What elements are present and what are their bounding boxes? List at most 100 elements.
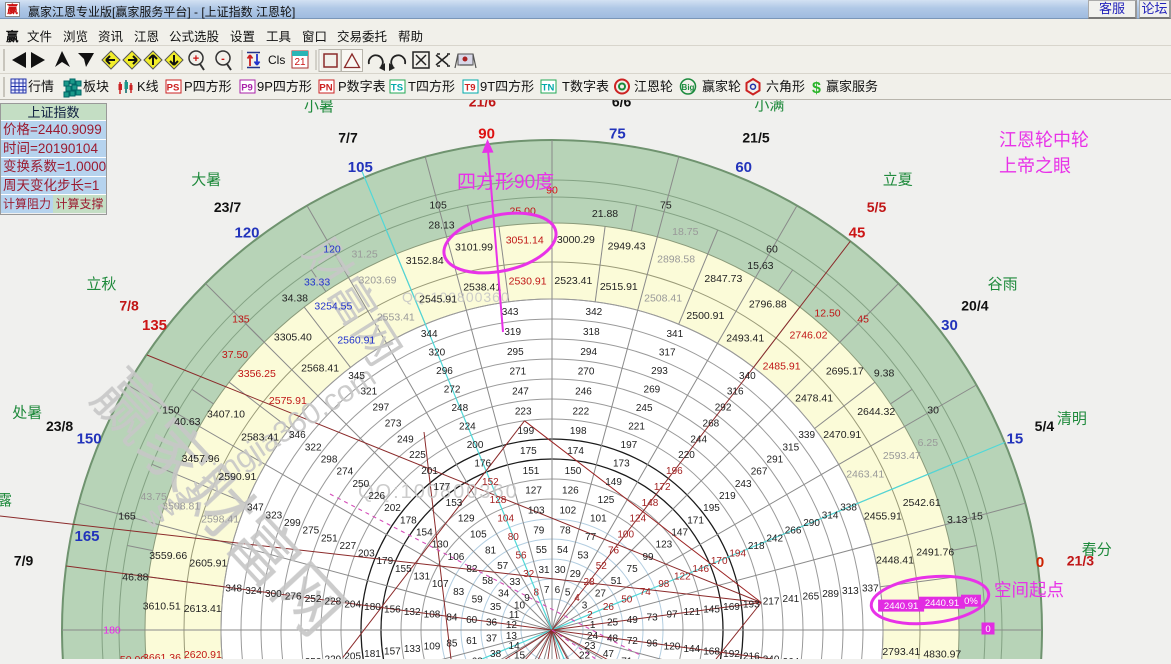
svg-text:28.13: 28.13 — [428, 219, 454, 231]
svg-text:97: 97 — [666, 610, 678, 621]
svg-text:76: 76 — [608, 545, 620, 556]
svg-text:83: 83 — [453, 587, 465, 598]
svg-text:2575.91: 2575.91 — [269, 395, 307, 407]
svg-text:290: 290 — [803, 518, 820, 529]
svg-text:224: 224 — [459, 421, 476, 432]
svg-text:227: 227 — [339, 541, 356, 552]
svg-text:7/7: 7/7 — [338, 130, 358, 146]
svg-text:2560.91: 2560.91 — [337, 334, 375, 346]
svg-text:84: 84 — [446, 612, 458, 623]
svg-text:240: 240 — [763, 654, 780, 659]
svg-text:104: 104 — [497, 514, 514, 525]
svg-text:271: 271 — [510, 367, 527, 378]
svg-text:132: 132 — [404, 607, 421, 618]
svg-text:124: 124 — [629, 514, 646, 525]
svg-text:144: 144 — [683, 644, 700, 655]
svg-text:3101.99: 3101.99 — [455, 241, 493, 253]
svg-text:147: 147 — [671, 528, 688, 539]
svg-text:249: 249 — [397, 434, 414, 445]
svg-text:3559.66: 3559.66 — [149, 550, 187, 562]
svg-text:99: 99 — [642, 552, 654, 563]
svg-text:154: 154 — [416, 528, 433, 539]
svg-text:55: 55 — [536, 545, 548, 556]
svg-text:48: 48 — [607, 634, 619, 645]
svg-text:128: 128 — [490, 495, 507, 506]
svg-text:33.33: 33.33 — [304, 276, 330, 288]
svg-text:229: 229 — [325, 654, 342, 659]
svg-text:30: 30 — [941, 317, 958, 334]
svg-text:2583.41: 2583.41 — [241, 431, 279, 443]
svg-text:四方形90度: 四方形90度 — [457, 171, 554, 193]
svg-text:2796.88: 2796.88 — [749, 299, 787, 311]
svg-text:12: 12 — [506, 620, 518, 631]
svg-text:21/6: 21/6 — [469, 100, 496, 110]
svg-text:297: 297 — [373, 403, 390, 414]
svg-text:56: 56 — [515, 551, 527, 562]
svg-text:P9: P9 — [241, 83, 253, 94]
svg-text:217: 217 — [763, 597, 780, 608]
svg-text:K线: K线 — [137, 79, 159, 94]
svg-text:346: 346 — [289, 430, 306, 441]
svg-text:340: 340 — [739, 371, 756, 382]
svg-text:2448.41: 2448.41 — [876, 555, 914, 567]
svg-text:57: 57 — [497, 561, 509, 572]
svg-text:3508.81: 3508.81 — [162, 500, 200, 512]
svg-text:50: 50 — [621, 595, 633, 606]
svg-text:23/7: 23/7 — [214, 199, 241, 215]
svg-text:165: 165 — [74, 528, 99, 545]
svg-text:178: 178 — [400, 515, 417, 526]
svg-text:2593.47: 2593.47 — [883, 450, 921, 462]
svg-text:320: 320 — [428, 347, 445, 358]
svg-text:上帝之眼: 上帝之眼 — [999, 156, 1071, 176]
svg-text:107: 107 — [432, 579, 449, 590]
svg-text:105: 105 — [470, 530, 487, 541]
svg-text:131: 131 — [413, 572, 430, 583]
svg-text:37.50: 37.50 — [222, 349, 248, 361]
svg-text:45: 45 — [849, 225, 866, 242]
svg-text:Cls: Cls — [268, 53, 285, 67]
svg-text:337: 337 — [862, 584, 879, 595]
svg-text:60: 60 — [735, 159, 752, 176]
svg-text:216: 216 — [743, 652, 760, 659]
svg-text:1: 1 — [590, 620, 596, 631]
svg-text:59: 59 — [472, 595, 484, 606]
svg-text:108: 108 — [424, 610, 441, 621]
svg-text:179: 179 — [376, 556, 393, 567]
svg-text:197: 197 — [621, 440, 638, 451]
svg-text:244: 244 — [690, 434, 707, 445]
svg-text:2590.91: 2590.91 — [218, 471, 256, 483]
svg-text:0: 0 — [985, 624, 990, 635]
svg-text:2553.41: 2553.41 — [377, 311, 415, 323]
svg-text:7/8: 7/8 — [119, 298, 139, 314]
svg-text:100: 100 — [617, 530, 634, 541]
svg-text:73: 73 — [647, 612, 659, 623]
svg-text:3407.10: 3407.10 — [207, 409, 245, 421]
svg-text:222: 222 — [572, 406, 589, 417]
svg-text:135: 135 — [142, 317, 167, 334]
svg-text:120: 120 — [323, 243, 341, 255]
svg-text:313: 313 — [842, 586, 859, 597]
svg-text:251: 251 — [321, 533, 338, 544]
svg-text:121: 121 — [683, 607, 700, 618]
svg-text:31.25: 31.25 — [351, 249, 377, 261]
svg-text:3.13: 3.13 — [947, 514, 968, 526]
svg-text:343: 343 — [502, 307, 519, 318]
svg-text:40.63: 40.63 — [174, 416, 200, 428]
svg-text:177: 177 — [433, 482, 450, 493]
svg-text:321: 321 — [360, 387, 377, 398]
svg-text:314: 314 — [822, 510, 839, 521]
svg-text:339: 339 — [798, 430, 815, 441]
svg-text:81: 81 — [485, 545, 497, 556]
svg-text:2598.41: 2598.41 — [201, 513, 239, 525]
svg-text:47: 47 — [603, 649, 615, 659]
svg-text:2523.41: 2523.41 — [554, 275, 592, 287]
svg-text:195: 195 — [703, 503, 720, 514]
svg-text:PS: PS — [167, 83, 180, 94]
svg-text:172: 172 — [654, 482, 671, 493]
svg-text:9P四方形: 9P四方形 — [257, 79, 312, 94]
svg-text:处暑: 处暑 — [12, 405, 42, 422]
svg-text:130: 130 — [432, 540, 449, 551]
svg-text:2485.91: 2485.91 — [763, 360, 801, 372]
svg-text:白露: 白露 — [0, 492, 12, 509]
svg-text:341: 341 — [666, 329, 683, 340]
